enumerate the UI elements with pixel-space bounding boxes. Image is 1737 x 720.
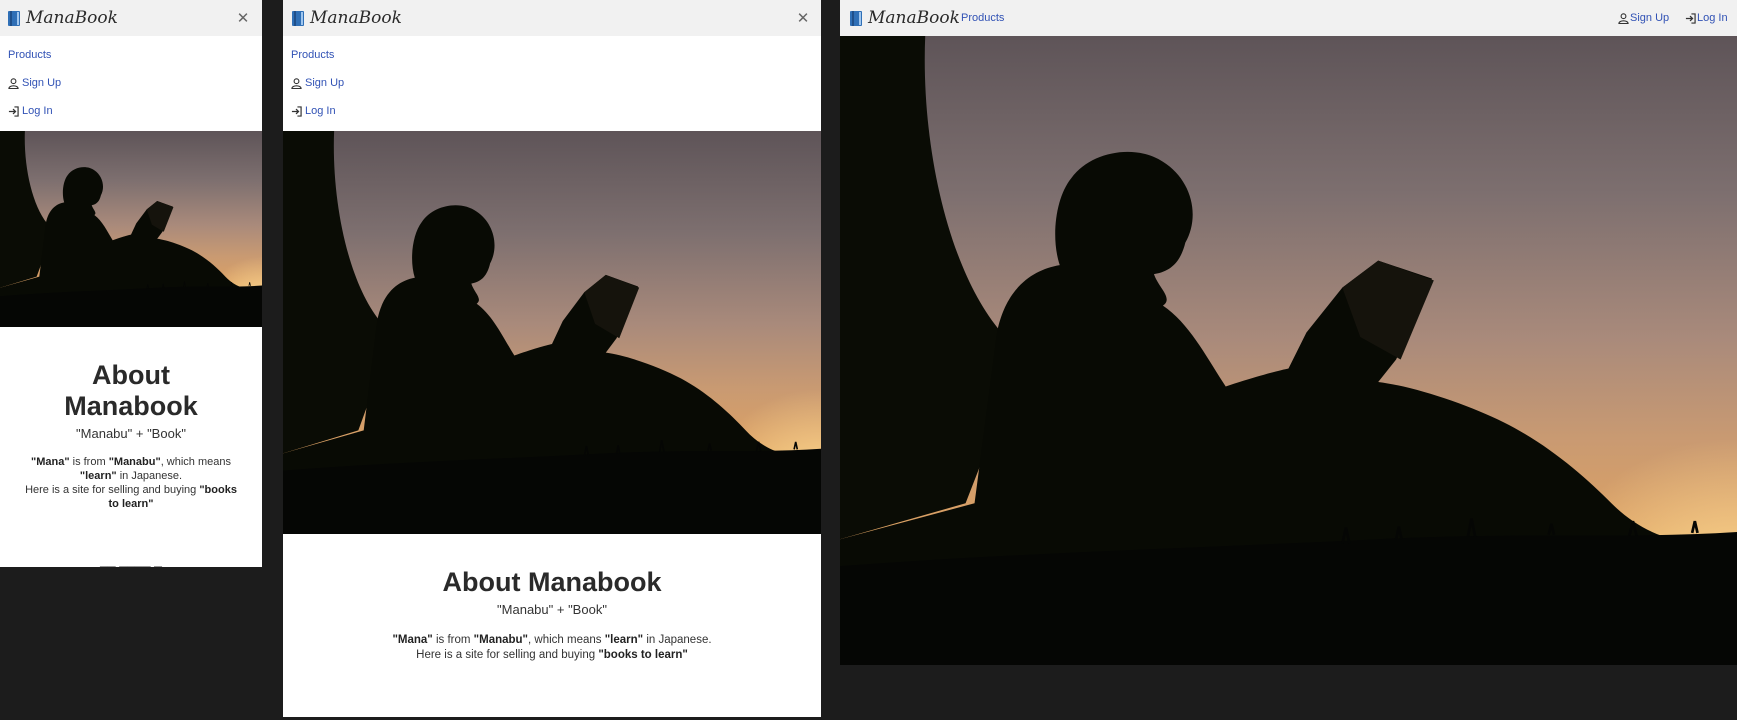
nav-products-link[interactable]: Products [961, 12, 1004, 24]
brand-name: ManaBook [26, 8, 118, 28]
nav-products-link[interactable]: Products [291, 49, 334, 61]
brand-link[interactable]: ManaBook [850, 0, 960, 36]
about-subtitle: "Manabu" + "Book" [76, 426, 186, 441]
nav-products-label: Products [291, 49, 335, 61]
login-arrow-icon [291, 106, 302, 117]
mobile-nav-menu: Products Sign Up Log In [0, 36, 262, 131]
reading-child-silhouette [283, 131, 821, 534]
nav-login-link[interactable]: Log In [291, 105, 336, 117]
desktop-viewport: ManaBook Products Sign Up Log In [840, 0, 1737, 665]
about-description: "Mana" is from "Manabu", which means "le… [25, 456, 237, 510]
hero-image [283, 131, 821, 534]
reading-child-silhouette [0, 131, 262, 327]
hero-image [0, 131, 262, 327]
reading-child-silhouette [840, 36, 1737, 665]
nav-products-label: Products [961, 12, 1005, 24]
nav-signup-link[interactable]: Sign Up [291, 77, 344, 89]
login-arrow-icon [1685, 13, 1696, 24]
tablet-viewport: ManaBook ✕ Products Sign Up Log In About… [283, 0, 821, 717]
nav-login-link[interactable]: Log In [8, 105, 53, 117]
nav-login-label: Log In [22, 105, 53, 117]
about-title: About Manabook [64, 360, 198, 421]
mobile-nav-menu: Products Sign Up Log In [283, 36, 821, 131]
nav-products-link[interactable]: Products [8, 49, 51, 61]
person-icon [291, 78, 302, 89]
nav-products-label: Products [8, 49, 52, 61]
nav-signup-link[interactable]: Sign Up [8, 77, 61, 89]
hero-image [840, 36, 1737, 665]
person-icon [1618, 13, 1629, 24]
nav-login-label: Log In [305, 105, 336, 117]
brand-link[interactable]: ManaBook [292, 0, 402, 36]
person-icon [8, 78, 19, 89]
close-menu-button[interactable]: ✕ [791, 6, 815, 30]
close-icon: ✕ [796, 9, 810, 27]
nav-signup-label: Sign Up [22, 77, 62, 89]
brand-link[interactable]: ManaBook [8, 0, 118, 36]
about-description: "Mana" is from "Manabu", which means "le… [392, 634, 712, 661]
navbar: ManaBook ✕ [283, 0, 821, 36]
brand-name: ManaBook [868, 8, 960, 28]
nav-signup-label: Sign Up [1630, 12, 1670, 24]
nav-signup-link[interactable]: Sign Up [1618, 12, 1669, 24]
brand-name: ManaBook [310, 8, 402, 28]
nav-login-label: Log In [1697, 12, 1728, 24]
navbar: ManaBook Products Sign Up Log In [840, 0, 1737, 36]
blue-book-icon [850, 11, 862, 26]
about-section: About Manabook "Manabu" + "Book" "Mana" … [283, 567, 821, 663]
blue-book-icon [292, 11, 304, 26]
nav-login-link[interactable]: Log In [1685, 12, 1728, 24]
nav-signup-label: Sign Up [305, 77, 345, 89]
about-title: About Manabook [442, 567, 662, 597]
blue-book-icon [8, 11, 20, 26]
mobile-narrow-viewport: ManaBook ✕ Products Sign Up Log In About… [0, 0, 262, 567]
clipped-section-heading: ━━ ━━━━ ━ [0, 560, 262, 567]
close-icon: ✕ [236, 9, 250, 27]
close-menu-button[interactable]: ✕ [231, 6, 255, 30]
about-section: About Manabook "Manabu" + "Book" "Mana" … [0, 360, 262, 511]
login-arrow-icon [8, 106, 19, 117]
about-subtitle: "Manabu" + "Book" [497, 602, 607, 617]
navbar: ManaBook ✕ [0, 0, 262, 36]
